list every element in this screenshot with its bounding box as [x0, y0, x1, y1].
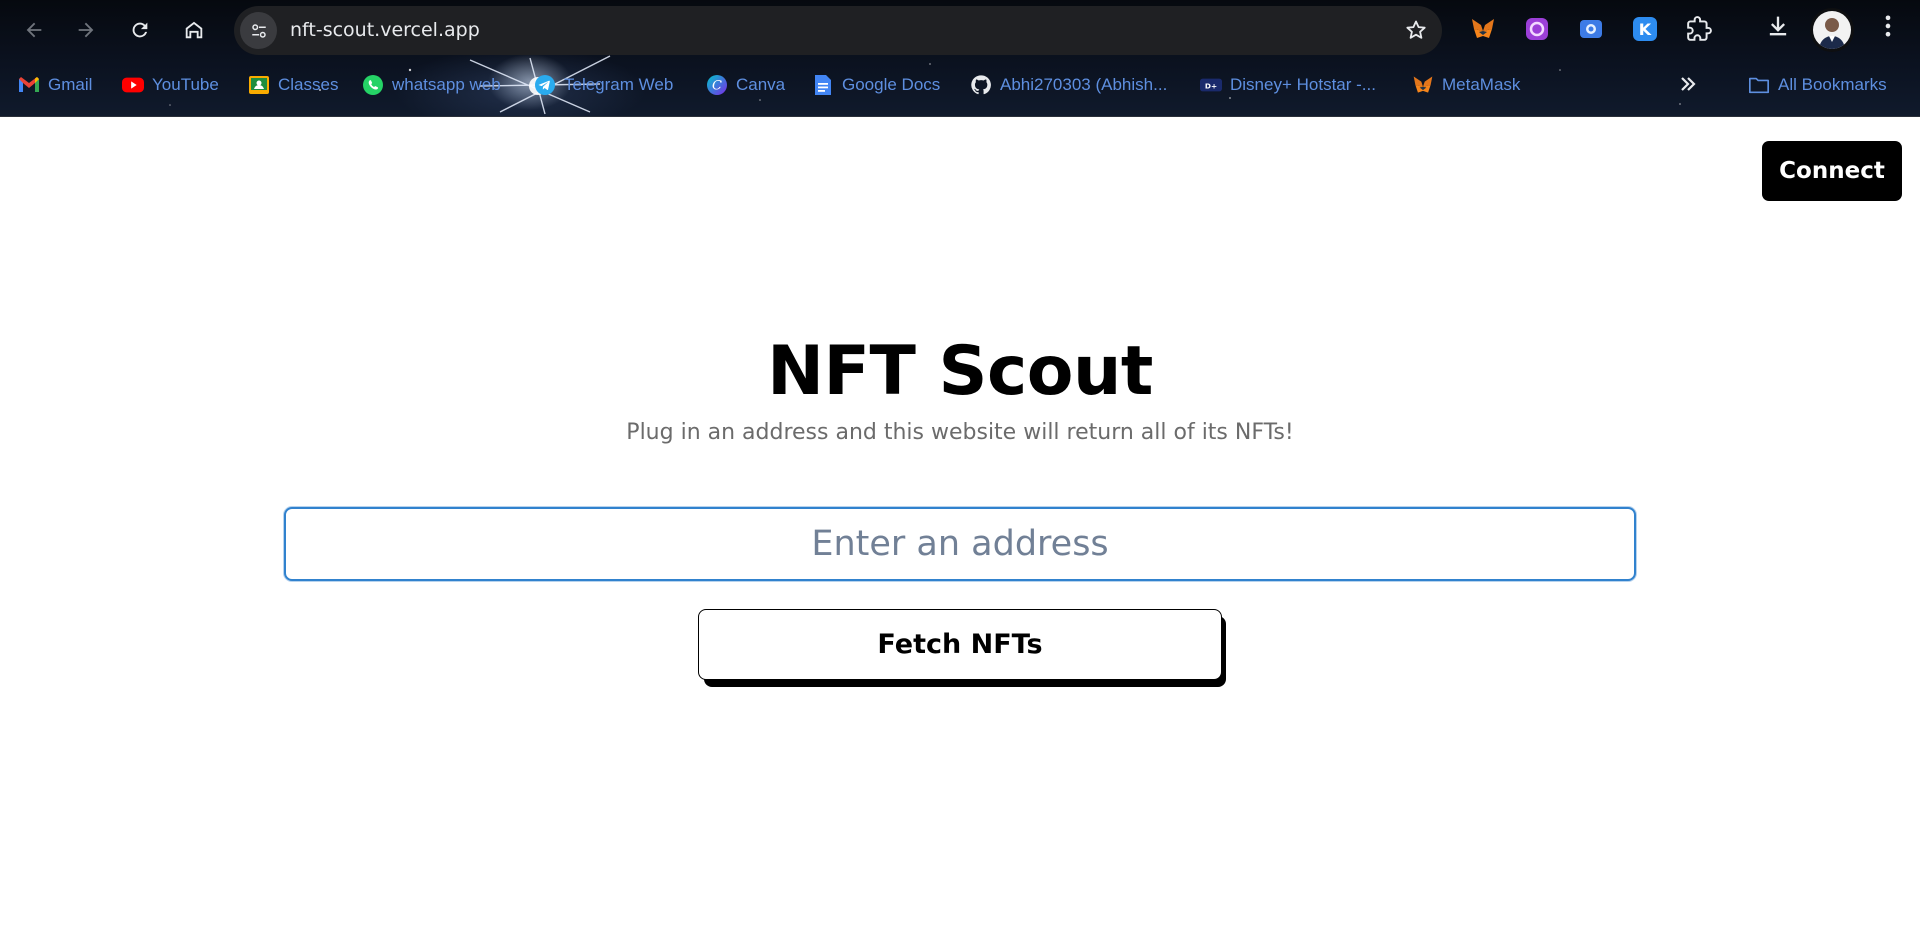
bookmark-youtube[interactable]: YouTube [122, 72, 219, 98]
bookmark-label: Google Docs [842, 75, 941, 94]
metamask-fox-icon [1472, 19, 1494, 38]
all-bookmarks-label: All Bookmarks [1778, 75, 1887, 94]
browser-menu-button[interactable] [1874, 12, 1902, 45]
hotstar-icon: D+ [1200, 74, 1222, 96]
gmail-icon [18, 74, 40, 96]
purple-shield-icon [1526, 18, 1548, 40]
chrome-divider [0, 116, 1920, 117]
bookmark-label: Canva [736, 75, 786, 94]
tune-icon [251, 23, 266, 38]
page-title: NFT Scout [767, 332, 1153, 411]
all-bookmarks-button[interactable]: All Bookmarks [1748, 72, 1887, 98]
telegram-icon [534, 74, 556, 96]
youtube-icon [122, 74, 144, 96]
bookmark-classes[interactable]: Classes [248, 72, 338, 98]
docs-icon [812, 74, 834, 96]
bookmark-label: Abhi270303 (Abhish... [1000, 75, 1168, 94]
bookmark-google-docs[interactable]: Google Docs [812, 72, 940, 98]
bookmark-label: MetaMask [1442, 75, 1521, 94]
bookmark-label: YouTube [152, 75, 219, 94]
browser-toolbar: nft-scout.vercel.app K [0, 0, 1920, 60]
bookmark-whatsapp[interactable]: whatsapp web [362, 72, 501, 98]
bookmark-github[interactable]: Abhi270303 (Abhish... [970, 72, 1167, 98]
page-subtitle: Plug in an address and this website will… [626, 420, 1294, 445]
browser-chrome: nft-scout.vercel.app K Gmail YouTube Cla… [0, 0, 1920, 117]
forward-button[interactable] [68, 12, 104, 48]
metamask-icon [1412, 74, 1434, 96]
k-letter-icon: K [1633, 17, 1657, 41]
star-icon [1406, 20, 1426, 39]
folder-icon [1748, 74, 1770, 96]
bookmarks-bar: Gmail YouTube Classes whatsapp web Teleg… [0, 62, 1920, 108]
screen-record-icon [1580, 20, 1602, 38]
canva-icon: C [706, 74, 728, 96]
profile-avatar-button[interactable] [1810, 8, 1854, 52]
reload-icon [132, 22, 148, 38]
url-text[interactable]: nft-scout.vercel.app [290, 6, 480, 55]
bookmark-metamask[interactable]: MetaMask [1412, 72, 1520, 98]
downloads-button[interactable] [1764, 12, 1792, 45]
svg-text:K: K [1639, 20, 1652, 39]
bookmark-label: Telegram Web [564, 75, 674, 94]
bookmark-gmail[interactable]: Gmail [18, 72, 92, 98]
more-bookmarks-button[interactable] [1678, 74, 1698, 99]
reload-button[interactable] [122, 12, 158, 48]
puzzle-icon [1687, 16, 1712, 41]
address-bar[interactable]: nft-scout.vercel.app [234, 6, 1442, 55]
connect-button[interactable]: Connect [1762, 141, 1902, 201]
arrow-right-icon [78, 22, 94, 38]
extensions-menu-button[interactable] [1684, 14, 1714, 44]
back-button[interactable] [16, 12, 52, 48]
download-icon [1769, 16, 1787, 36]
bookmark-label: Gmail [48, 75, 93, 94]
kebab-menu-icon [1885, 15, 1891, 37]
avatar-icon [1813, 11, 1851, 49]
bookmark-canva[interactable]: C Canva [706, 72, 785, 98]
address-input[interactable] [284, 507, 1636, 581]
classroom-icon [248, 74, 270, 96]
site-info-button[interactable] [240, 12, 277, 49]
bookmark-label: whatsapp web [392, 75, 501, 94]
bookmark-star-button[interactable] [1404, 18, 1428, 47]
bookmark-hotstar[interactable]: D+ Disney+ Hotstar -... [1200, 72, 1376, 98]
purple-extension-button[interactable] [1522, 14, 1552, 44]
github-icon [970, 74, 992, 96]
svg-text:C: C [712, 79, 722, 94]
fetch-nfts-button[interactable]: Fetch NFTs [698, 609, 1222, 680]
metamask-extension-button[interactable] [1468, 14, 1498, 44]
arrow-left-icon [26, 22, 42, 38]
whatsapp-icon [362, 74, 384, 96]
double-chevron-right-icon [1681, 77, 1696, 91]
bookmark-label: Classes [278, 75, 339, 94]
home-button[interactable] [176, 12, 212, 48]
home-icon [185, 21, 203, 39]
bookmark-telegram[interactable]: Telegram Web [534, 72, 673, 98]
fetch-button-wrapper: Fetch NFTs [698, 609, 1226, 687]
screen-recorder-extension-button[interactable] [1576, 14, 1606, 44]
svg-text:D+: D+ [1205, 82, 1217, 91]
bookmark-label: Disney+ Hotstar -... [1230, 75, 1376, 94]
k-extension-button[interactable]: K [1630, 14, 1660, 44]
